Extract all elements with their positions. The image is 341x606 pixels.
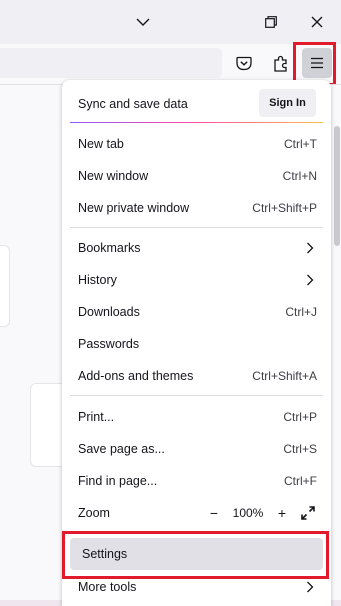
title-bar [0, 0, 341, 44]
chevron-right-icon [303, 580, 317, 594]
menu-item-more-tools[interactable]: More tools [66, 572, 327, 602]
menu-item-shortcut: Ctrl+Shift+P [252, 201, 317, 215]
menu-item-shortcut: Ctrl+N [282, 169, 317, 183]
zoom-controls: − 100% + [203, 502, 319, 524]
menu-item-print[interactable]: Print... Ctrl+P [66, 402, 327, 432]
menu-item-label: New tab [78, 137, 124, 151]
menu-item-passwords[interactable]: Passwords [66, 329, 327, 359]
close-icon [311, 16, 323, 28]
menu-separator [70, 227, 323, 228]
menu-item-label: Settings [82, 547, 128, 561]
zoom-out-button[interactable]: − [203, 502, 225, 524]
menu-item-new-window[interactable]: New window Ctrl+N [66, 161, 327, 191]
page-card-left [0, 245, 10, 327]
menu-item-label: New private window [78, 201, 190, 215]
pocket-button[interactable] [229, 48, 259, 78]
menu-item-label: Downloads [78, 305, 140, 319]
navigation-toolbar [0, 44, 341, 84]
url-bar[interactable] [0, 48, 222, 78]
page-card-right [30, 383, 66, 467]
pocket-icon [236, 56, 252, 70]
sync-label: Sync and save data [78, 97, 188, 111]
menu-item-new-private-window[interactable]: New private window Ctrl+Shift+P [66, 193, 327, 223]
menu-item-zoom: Zoom − 100% + [66, 498, 327, 528]
menu-item-shortcut: Ctrl+S [283, 442, 317, 456]
scrollbar-thumb[interactable] [334, 126, 340, 246]
fullscreen-button[interactable] [297, 502, 319, 524]
menu-item-label: Print... [78, 410, 115, 424]
menu-item-shortcut: Ctrl+P [283, 410, 317, 424]
menu-item-bookmarks[interactable]: Bookmarks [66, 233, 327, 263]
sign-in-button[interactable]: Sign In [259, 89, 316, 117]
menu-item-save-page[interactable]: Save page as... Ctrl+S [66, 434, 327, 464]
menu-item-label: More tools [78, 580, 137, 594]
zoom-level[interactable]: 100% [225, 506, 271, 520]
sync-row: Sync and save data Sign In [62, 88, 331, 120]
menu-item-label: History [78, 273, 117, 287]
menu-item-settings[interactable]: Settings [70, 538, 323, 570]
menu-item-label: Find in page... [78, 474, 158, 488]
menu-item-shortcut: Ctrl+J [285, 305, 317, 319]
sync-divider [70, 122, 323, 123]
menu-item-shortcut: Ctrl+F [284, 474, 317, 488]
menu-item-label: Zoom [78, 506, 110, 520]
menu-item-shortcut: Ctrl+T [284, 137, 317, 151]
close-button[interactable] [300, 6, 334, 38]
menu-separator [70, 532, 323, 533]
menu-separator [70, 395, 323, 396]
extensions-icon [274, 55, 287, 72]
zoom-in-button[interactable]: + [271, 502, 293, 524]
app-menu-button[interactable] [302, 48, 332, 78]
restore-button[interactable] [254, 6, 288, 38]
app-menu-panel: Sync and save data Sign In New tab Ctrl+… [62, 80, 331, 606]
menu-item-addons-themes[interactable]: Add-ons and themes Ctrl+Shift+A [66, 361, 327, 391]
chevron-down-icon [136, 18, 150, 26]
chevron-right-icon [303, 241, 317, 255]
menu-item-history[interactable]: History [66, 265, 327, 295]
menu-item-label: New window [78, 169, 149, 183]
menu-item-shortcut: Ctrl+Shift+A [252, 369, 317, 383]
menu-item-label: Save page as... [78, 442, 165, 456]
extensions-button[interactable] [266, 48, 296, 78]
menu-item-new-tab[interactable]: New tab Ctrl+T [66, 129, 327, 159]
chevron-right-icon [303, 273, 317, 287]
fullscreen-icon [301, 506, 315, 520]
menu-item-label: Bookmarks [78, 241, 141, 255]
menu-item-label: Passwords [78, 337, 140, 351]
menu-item-label: Add-ons and themes [78, 369, 194, 383]
tab-list-button[interactable] [126, 6, 160, 38]
restore-icon [265, 16, 277, 28]
hamburger-menu-icon [311, 57, 323, 69]
menu-item-find-in-page[interactable]: Find in page... Ctrl+F [66, 466, 327, 496]
menu-item-downloads[interactable]: Downloads Ctrl+J [66, 297, 327, 327]
